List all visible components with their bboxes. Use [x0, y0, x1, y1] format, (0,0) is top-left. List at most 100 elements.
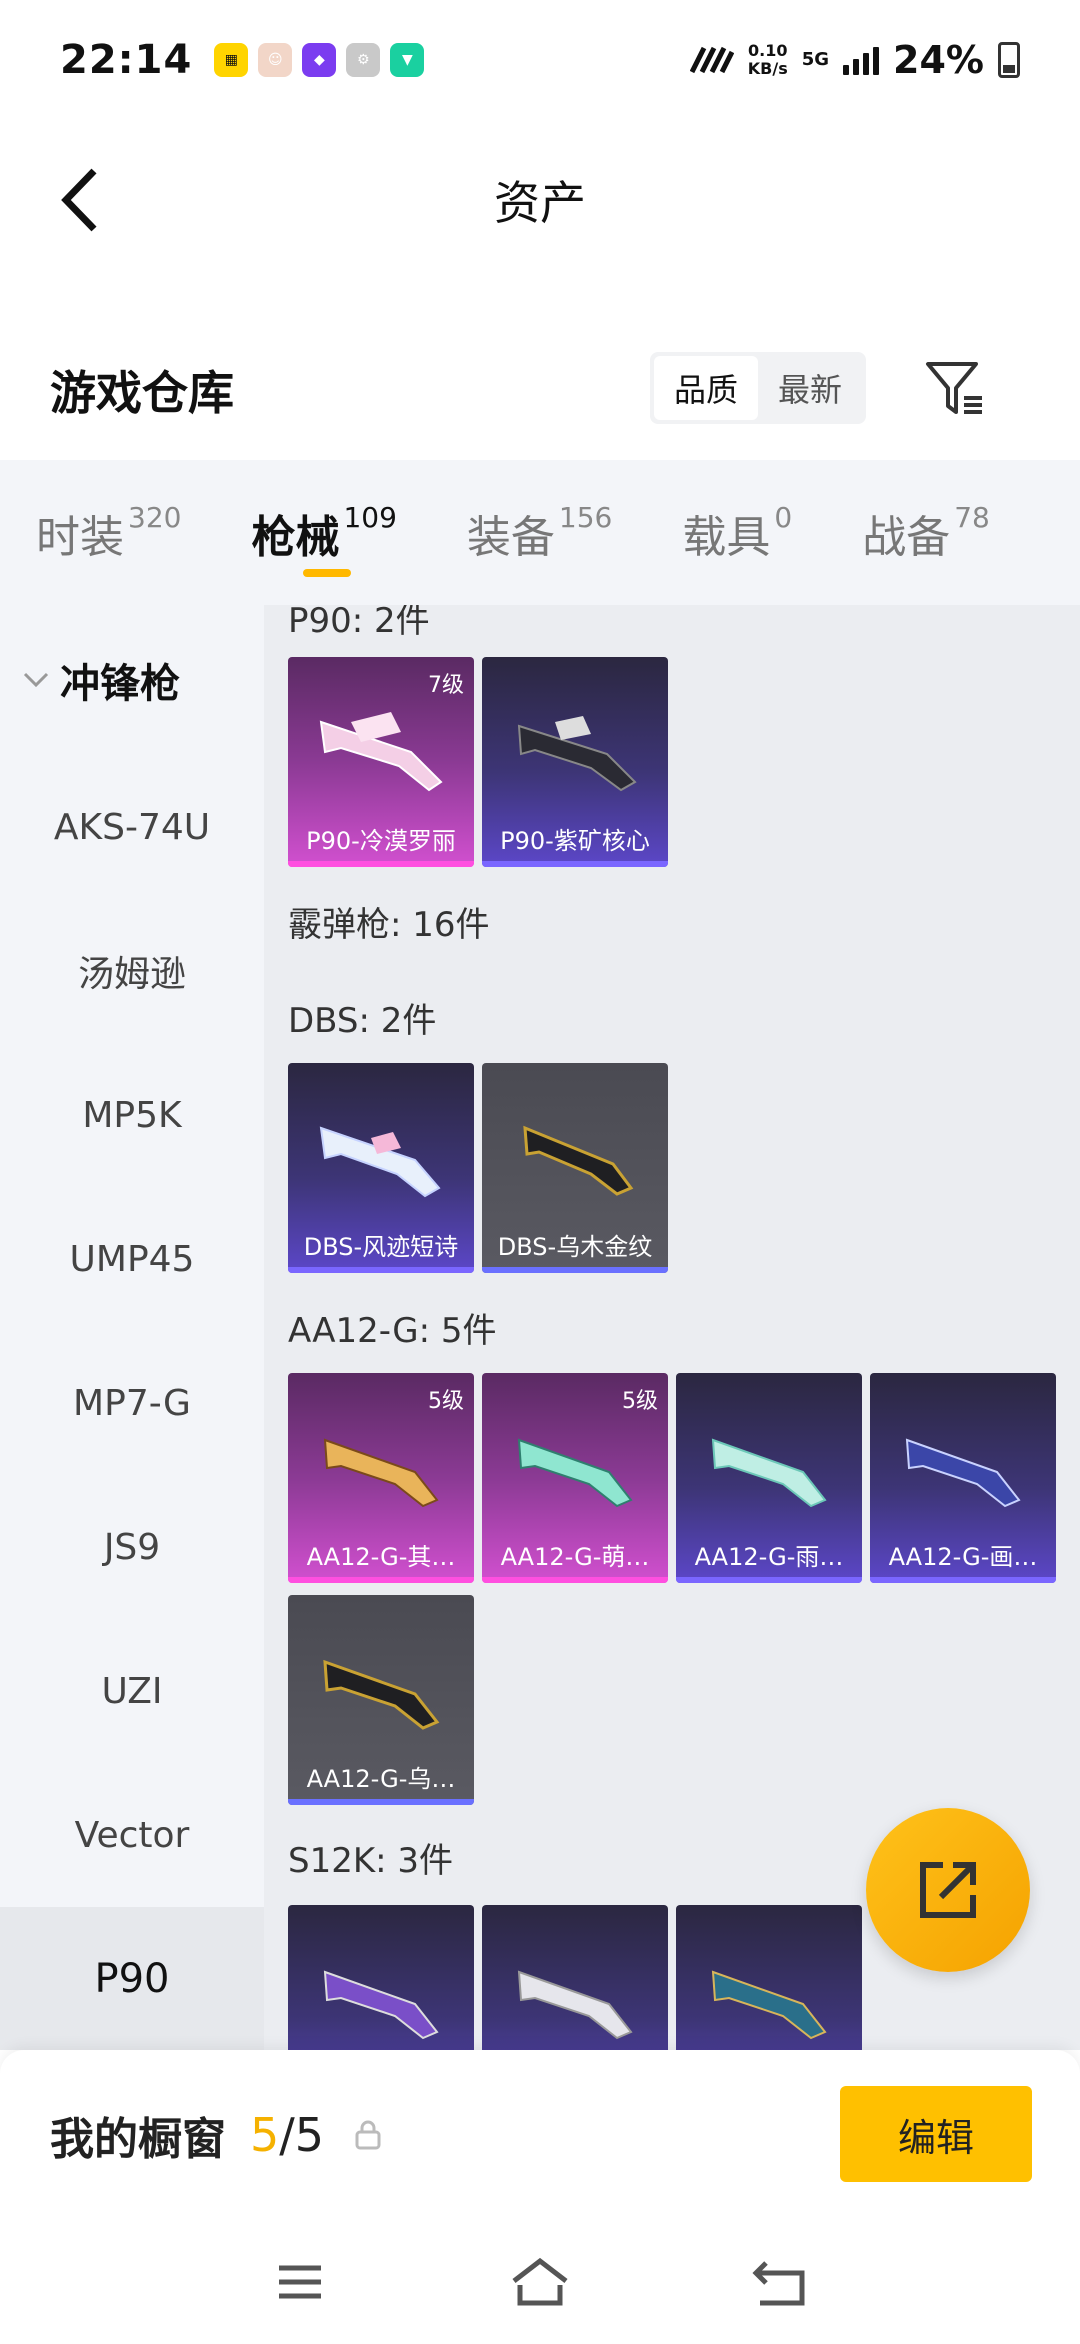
home-button[interactable]	[500, 2242, 580, 2322]
category-tabs: 时装 320 枪械 109 装备 156 载具 0 战备 78	[0, 460, 1080, 605]
sidebar-group-smg[interactable]: 冲锋枪	[0, 605, 264, 755]
weapon-level: 5级	[428, 1389, 464, 1414]
status-bar: 22:14 ▦ ☺ ◆ ⚙ ▼ 0.10 KB/s 5G 24%	[0, 0, 1080, 120]
sidebar-item-vector[interactable]: Vector	[0, 1763, 264, 1907]
weapon-image	[482, 1905, 668, 2050]
system-nav-bar	[0, 2220, 1080, 2344]
status-time: 22:14	[60, 37, 193, 83]
quality-bar	[482, 1267, 668, 1273]
avatar-notification-icon: ☺	[258, 43, 293, 77]
section-title: 霰弹枪: 16件	[288, 905, 490, 945]
weapon-image	[676, 1905, 862, 2050]
tab-supplies[interactable]: 战备 78	[862, 501, 990, 565]
return-icon	[752, 2261, 805, 2306]
signal-strength-icon	[689, 46, 734, 74]
share-icon	[920, 1862, 976, 1918]
network-speed: 0.10 KB/s	[747, 41, 788, 78]
sidebar-item-aks74u[interactable]: AKS-74U	[0, 755, 264, 899]
weapon-card[interactable]	[288, 1905, 474, 2050]
sidebar-item-thompson[interactable]: 汤姆逊	[0, 899, 264, 1043]
app-notification-icon: ▦	[214, 43, 249, 77]
showcase-count: 5/5	[250, 2108, 325, 2162]
back-nav-button[interactable]	[740, 2242, 820, 2322]
filter-button[interactable]	[920, 354, 990, 424]
sort-toggle: 品质 最新	[650, 352, 866, 424]
back-button[interactable]	[40, 160, 120, 240]
weapon-image	[288, 1063, 474, 1233]
weapon-card[interactable]: AA12-G-画…	[870, 1373, 1056, 1583]
quality-bar	[482, 1577, 668, 1583]
weapon-image	[482, 657, 668, 827]
sidebar-item-mp7g[interactable]: MP7-G	[0, 1331, 264, 1475]
quality-bar	[288, 1799, 474, 1805]
section-title: P90: 2件	[288, 605, 430, 641]
lock-icon	[355, 2120, 381, 2150]
quality-bar	[482, 861, 668, 867]
weapon-image	[676, 1373, 862, 1543]
quality-bar	[676, 1577, 862, 1583]
chevron-down-icon	[23, 672, 49, 688]
weapon-image	[288, 1905, 474, 2050]
section-title: S12K: 3件	[288, 1841, 454, 1881]
menu-icon	[279, 2265, 321, 2299]
quality-bar	[288, 1267, 474, 1273]
weapon-name: DBS-风迹短诗	[303, 1233, 459, 1261]
sort-by-quality[interactable]: 品质	[654, 356, 758, 420]
weapon-card[interactable]: AA12-G-乌…	[288, 1595, 474, 1805]
app-notification-icon: ▼	[390, 43, 425, 77]
weapon-name: AA12-G-萌…	[500, 1543, 650, 1571]
weapon-level: 5级	[622, 1389, 658, 1414]
my-showcase-bar: 我的橱窗 5/5 编辑	[0, 2050, 1080, 2220]
weapon-level: 7级	[428, 673, 464, 698]
weapon-card[interactable]	[676, 1905, 862, 2050]
quality-bar	[870, 1577, 1056, 1583]
page-header: 资产	[0, 120, 1080, 280]
sidebar-item-mp5k[interactable]: MP5K	[0, 1043, 264, 1187]
home-icon	[512, 2257, 568, 2306]
weapon-name: AA12-G-画…	[888, 1543, 1038, 1571]
weapon-name: P90-紫矿核心	[500, 827, 650, 855]
weapon-name: AA12-G-乌…	[306, 1765, 456, 1793]
showcase-title: 我的橱窗	[50, 2114, 226, 2165]
tab-equipment[interactable]: 装备 156	[467, 501, 612, 565]
quality-bar	[288, 1577, 474, 1583]
edit-button[interactable]: 编辑	[840, 2086, 1032, 2182]
notification-icons: ▦ ☺ ◆ ⚙ ▼	[214, 43, 425, 77]
weapon-name: P90-冷漠罗丽	[306, 827, 456, 855]
filter-icon	[926, 362, 982, 414]
weapon-card[interactable]: DBS-乌木金纹	[482, 1063, 668, 1273]
sort-by-newest[interactable]: 最新	[758, 356, 862, 420]
sidebar-item-p90[interactable]: P90	[0, 1907, 264, 2050]
weapon-name: DBS-乌木金纹	[497, 1233, 653, 1261]
menu-button[interactable]	[260, 2242, 340, 2322]
battery-icon	[998, 42, 1020, 78]
weapon-card[interactable]: 5级 AA12-G-萌…	[482, 1373, 668, 1583]
app-notification-icon: ◆	[302, 43, 337, 77]
warehouse-header: 游戏仓库 品质 最新	[0, 330, 1080, 450]
weapon-name: AA12-G-雨…	[694, 1543, 844, 1571]
tab-fashion[interactable]: 时装 320	[36, 501, 181, 565]
section-title: DBS: 2件	[288, 1001, 437, 1041]
weapon-image	[288, 1595, 474, 1765]
network-type: 5G	[801, 49, 830, 70]
weapon-card[interactable]	[482, 1905, 668, 2050]
share-button[interactable]	[866, 1808, 1030, 1972]
weapon-card[interactable]: DBS-风迹短诗	[288, 1063, 474, 1273]
weapon-card[interactable]: 5级 AA12-G-其…	[288, 1373, 474, 1583]
section-title: AA12-G: 5件	[288, 1311, 497, 1351]
tab-vehicles[interactable]: 载具 0	[682, 501, 792, 565]
sidebar-item-js9[interactable]: JS9	[0, 1475, 264, 1619]
page-title: 资产	[494, 176, 586, 230]
back-arrow-icon	[61, 168, 97, 232]
active-tab-indicator	[303, 568, 352, 577]
tab-firearms[interactable]: 枪械 109	[251, 501, 397, 577]
sidebar-item-uzi[interactable]: UZI	[0, 1619, 264, 1763]
sidebar-item-ump45[interactable]: UMP45	[0, 1187, 264, 1331]
quality-bar	[288, 861, 474, 867]
weapon-card[interactable]: P90-紫矿核心	[482, 657, 668, 867]
weapon-card[interactable]: 7级 P90-冷漠罗丽	[288, 657, 474, 867]
weapon-card[interactable]: AA12-G-雨…	[676, 1373, 862, 1583]
weapon-name: AA12-G-其…	[306, 1543, 456, 1571]
cell-signal-icon	[843, 45, 880, 75]
settings-notification-icon: ⚙	[346, 43, 381, 77]
